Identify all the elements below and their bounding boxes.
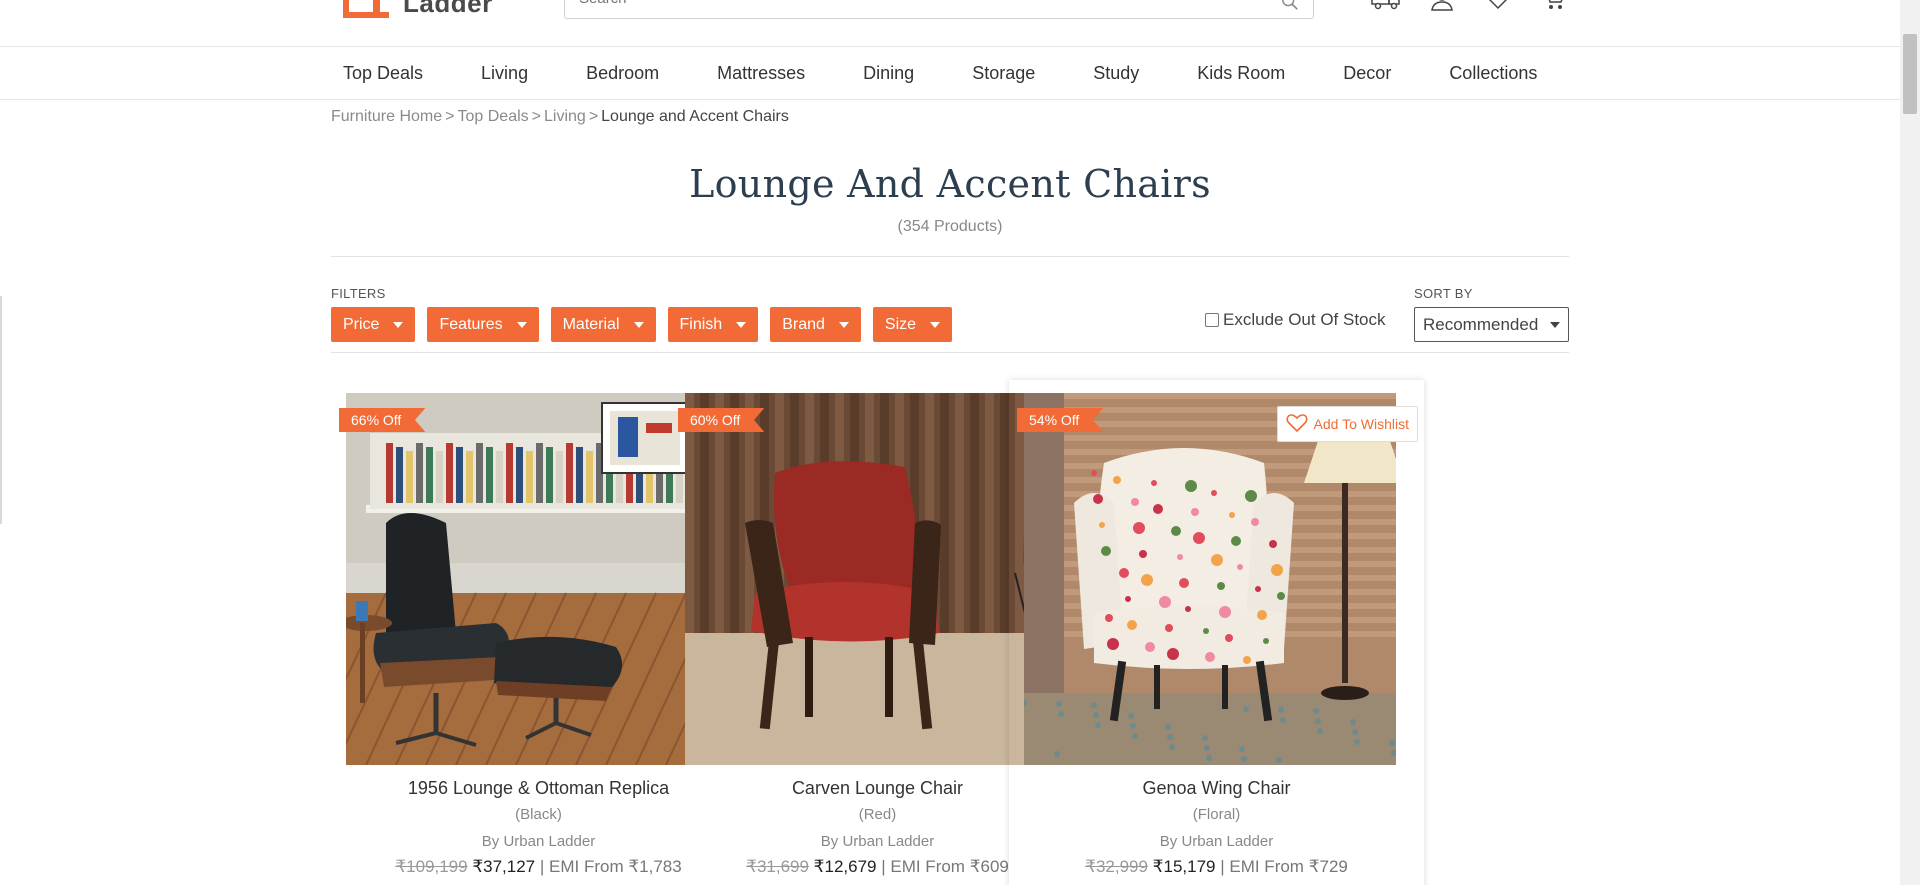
discount-badge: 60% Off <box>678 408 765 432</box>
product-card[interactable]: 54% Off Add To Wishlist Genoa Wing Chair (F… <box>1009 380 1424 885</box>
emi-text: | EMI From ₹729 <box>1220 857 1348 876</box>
sale-price: ₹15,179 <box>1152 857 1216 876</box>
product-count: (354 Products) <box>897 218 1003 235</box>
page-scrollbar[interactable] <box>1900 0 1920 885</box>
divider <box>331 352 1569 353</box>
sale-price: ₹37,127 <box>472 857 536 876</box>
category-nav: Top Deals Living Bedroom Mattresses Dining St… <box>0 46 1900 100</box>
filter-features-button[interactable]: Features <box>427 307 539 342</box>
breadcrumb-separator: > <box>588 108 599 125</box>
sort-selected-value: Recommended <box>1423 314 1539 334</box>
cart-icon[interactable] <box>1539 0 1569 12</box>
scrollbar-thumb[interactable] <box>1903 34 1917 114</box>
exclude-out-of-stock[interactable]: Exclude Out Of Stock <box>1205 310 1386 330</box>
nav-item-living[interactable]: Living <box>481 47 528 99</box>
nav-item-storage[interactable]: Storage <box>972 47 1035 99</box>
logo-mark-icon <box>343 0 389 18</box>
sort-select[interactable]: Recommended <box>1414 307 1569 342</box>
nav-item-kids-room[interactable]: Kids Room <box>1197 47 1285 99</box>
chevron-down-icon <box>1550 321 1560 328</box>
breadcrumb-current: Lounge and Accent Chairs <box>601 108 789 125</box>
product-image[interactable] <box>685 393 1057 765</box>
truck-icon[interactable] <box>1371 0 1401 12</box>
chevron-down-icon <box>633 321 644 328</box>
breadcrumb: Furniture Home > Top Deals > Living > Lounge a… <box>331 108 789 126</box>
filter-brand-button[interactable]: Brand <box>770 307 861 342</box>
nav-list: Top Deals Living Bedroom Mattresses Dining St… <box>343 47 1537 99</box>
chevron-down-icon <box>736 321 747 328</box>
nav-item-collections[interactable]: Collections <box>1449 47 1537 99</box>
chevron-down-icon <box>930 321 941 328</box>
product-image[interactable] <box>1024 393 1396 765</box>
breadcrumb-link[interactable]: Furniture Home <box>331 108 442 125</box>
nav-item-bedroom[interactable]: Bedroom <box>586 47 659 99</box>
breadcrumb-separator: > <box>445 108 455 125</box>
logo-text: Ladder <box>403 0 493 18</box>
discount-badge: 54% Off <box>1017 408 1104 432</box>
product-brand: By Urban Ladder <box>1159 833 1274 850</box>
breadcrumb-link[interactable]: Living <box>544 108 586 125</box>
original-price: ₹32,999 <box>1085 857 1148 876</box>
original-price: ₹109,199 <box>395 857 468 876</box>
nav-item-study[interactable]: Study <box>1093 47 1139 99</box>
add-to-wishlist-button[interactable]: Add To Wishlist <box>1276 406 1418 442</box>
nav-item-mattresses[interactable]: Mattresses <box>717 47 805 99</box>
filter-price-button[interactable]: Price <box>331 307 416 342</box>
filter-finish-button[interactable]: Finish <box>667 307 759 342</box>
wishlist-label: Add To Wishlist <box>1313 416 1409 432</box>
discount-badge: 66% Off <box>339 408 426 432</box>
filter-label: Price <box>343 315 380 333</box>
emi-text: | EMI From ₹1,783 <box>539 857 682 876</box>
divider <box>331 256 1569 257</box>
filter-label: Brand <box>782 315 825 333</box>
nav-item-decor[interactable]: Decor <box>1343 47 1391 99</box>
page-title: Lounge And Accent Chairs <box>689 162 1211 206</box>
emi-text: | EMI From ₹609 <box>881 857 1009 876</box>
original-price: ₹31,699 <box>746 857 809 876</box>
search-input[interactable] <box>565 0 1245 18</box>
product-image[interactable] <box>346 393 718 765</box>
exclude-label: Exclude Out Of Stock <box>1223 310 1386 329</box>
product-price: ₹32,999 ₹15,179 | EMI From ₹729 <box>1009 857 1424 877</box>
filter-label: Features <box>439 315 503 333</box>
chevron-down-icon <box>393 321 404 328</box>
breadcrumb-link[interactable]: Top Deals <box>458 108 529 125</box>
product-name[interactable]: Genoa Wing Chair <box>1009 778 1424 799</box>
filters-label: FILTERS <box>331 286 386 301</box>
header-actions <box>1371 0 1569 12</box>
side-tab-edge <box>0 296 2 524</box>
filter-bar: Price Features Material Finish Brand Size <box>331 307 953 342</box>
breadcrumb-separator: > <box>531 108 541 125</box>
chevron-down-icon <box>838 321 849 328</box>
product-variant: (Floral) <box>1192 806 1241 823</box>
user-icon[interactable] <box>1427 0 1457 12</box>
filter-label: Finish <box>679 315 723 333</box>
site-logo[interactable]: Ladder <box>343 0 493 18</box>
nav-item-top-deals[interactable]: Top Deals <box>343 47 423 99</box>
heart-icon[interactable] <box>1483 0 1513 12</box>
nav-item-dining[interactable]: Dining <box>863 47 914 99</box>
filter-material-button[interactable]: Material <box>550 307 656 342</box>
search-icon[interactable] <box>1281 0 1299 11</box>
sort-by-label: SORT BY <box>1414 286 1473 301</box>
heart-icon <box>1286 413 1308 436</box>
chevron-down-icon <box>516 321 527 328</box>
sale-price: ₹12,679 <box>813 857 877 876</box>
filter-label: Material <box>562 315 620 333</box>
filter-size-button[interactable]: Size <box>872 307 953 342</box>
filter-label: Size <box>884 315 917 333</box>
exclude-checkbox[interactable] <box>1205 313 1219 327</box>
search-box <box>564 0 1314 19</box>
top-header: Ladder <box>0 0 1900 46</box>
